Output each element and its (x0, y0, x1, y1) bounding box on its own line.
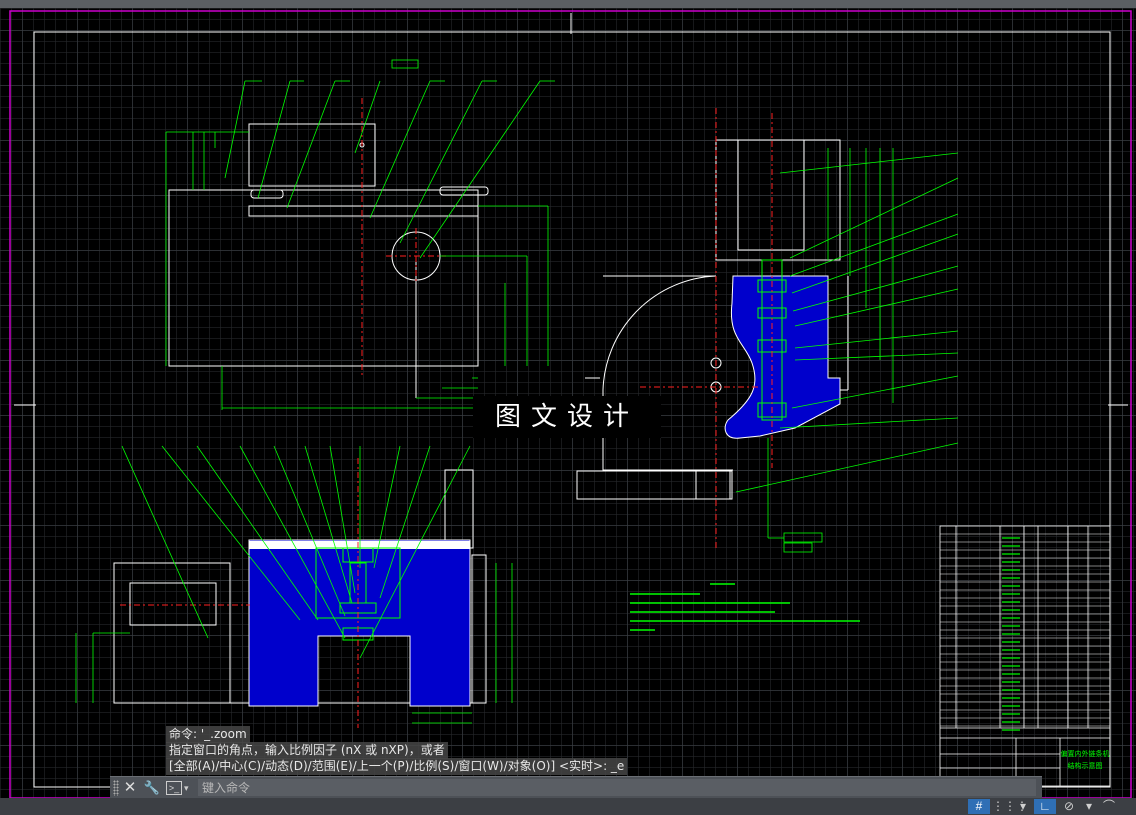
technical-notes (630, 583, 860, 631)
osnap-icon[interactable]: ⌒ (1098, 799, 1120, 814)
chevron-down-icon[interactable]: ▾ (184, 777, 189, 799)
command-bar: ✕ 🔧 >_ ▾ (110, 776, 1042, 799)
top-left-dimensions (165, 131, 549, 410)
drawing-canvas[interactable]: 偏置内外链条机 结构示意图 图文设计 (0, 8, 1136, 798)
command-history-line-3: [全部(A)/中心(C)/动态(D)/范围(E)/上一个(P)/比例(S)/窗口… (166, 758, 628, 775)
watermark-text: 图文设计 (473, 396, 661, 438)
ortho-icon[interactable]: ∟ (1034, 799, 1056, 814)
snap-dropdown-icon[interactable]: ▾ (1016, 799, 1030, 814)
polar-dropdown-icon[interactable]: ▾ (1082, 799, 1096, 814)
close-icon[interactable]: ✕ (122, 777, 138, 799)
snap-icon[interactable]: ⋮⋮⋮ (992, 799, 1028, 814)
top-ribbon-strip (0, 0, 1136, 8)
command-history-line-1: 命令: '_.zoom (166, 726, 250, 743)
polar-icon[interactable]: ⊘ (1058, 799, 1080, 814)
drag-grip-icon[interactable] (113, 780, 119, 796)
title-block-title-2: 结构示意图 (1068, 761, 1103, 770)
parts-list-rows (940, 533, 1110, 731)
top-left-view (168, 123, 489, 398)
title-block-title-1: 偏置内外链条机 (1061, 749, 1110, 758)
command-input[interactable] (198, 779, 1036, 796)
top-left-leaders (224, 59, 555, 259)
wrench-icon[interactable]: 🔧 (143, 777, 161, 799)
command-history-line-2: 指定窗口的角点，输入比例因子 (nX 或 nXP)，或者 (166, 742, 448, 759)
parts-list (939, 525, 1111, 787)
grid-icon[interactable]: # (968, 799, 990, 814)
status-bar: # ⋮⋮⋮ ▾ ∟ ⊘ ▾ ⌒ (0, 798, 1136, 815)
bottom-view-section (248, 539, 471, 707)
right-view-section (724, 275, 841, 439)
command-prompt-icon[interactable]: >_ (166, 781, 182, 795)
